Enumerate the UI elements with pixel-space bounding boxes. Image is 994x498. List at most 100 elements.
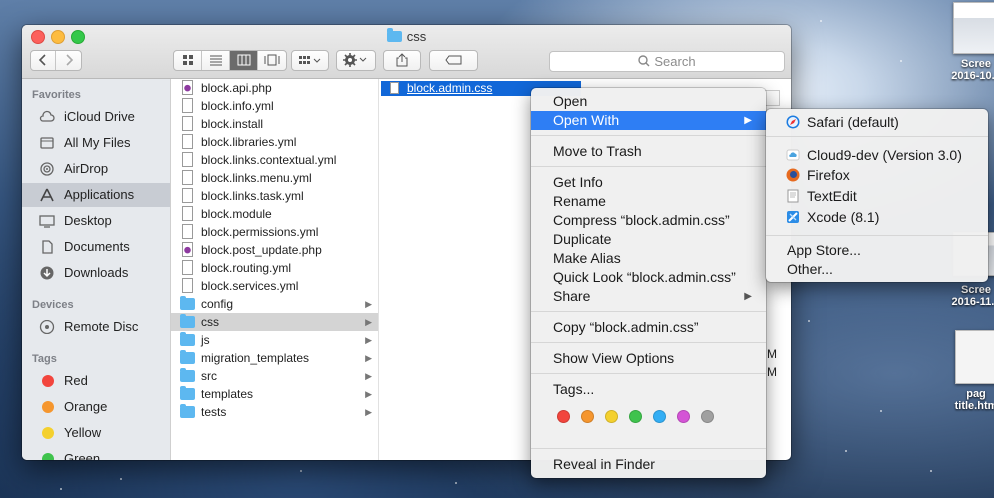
menu-item-move-to-trash[interactable]: Move to Trash: [531, 142, 766, 161]
tag-gray-button[interactable]: [701, 410, 714, 423]
green-tag-dot-icon: [42, 453, 54, 460]
file-row[interactable]: block.permissions.yml: [171, 223, 378, 241]
menu-item-open-with[interactable]: Open With ▶: [531, 111, 766, 130]
file-row[interactable]: block.links.menu.yml: [171, 169, 378, 187]
tag-icon: [444, 55, 461, 65]
edit-tags-button[interactable]: [429, 50, 478, 71]
sidebar-item-label: iCloud Drive: [64, 109, 135, 124]
sidebar-item-desktop[interactable]: Desktop: [22, 209, 170, 233]
desktop-screenshot-1[interactable]: Scree 2016-10...: [946, 2, 994, 82]
tag-yellow-button[interactable]: [605, 410, 618, 423]
submenu-item-other[interactable]: Other...: [766, 259, 988, 279]
gear-icon: [343, 53, 367, 67]
submenu-item-xcode[interactable]: Xcode (8.1): [766, 207, 988, 227]
tag-orange-button[interactable]: [581, 410, 594, 423]
menu-item-share[interactable]: Share ▶: [531, 287, 766, 306]
menu-item-tags[interactable]: Tags...: [531, 380, 766, 399]
sidebar-tag-yellow[interactable]: Yellow: [22, 421, 170, 445]
back-button[interactable]: [31, 51, 56, 70]
screenshot-thumbnail-icon: [953, 2, 994, 54]
menu-item-quick-look[interactable]: Quick Look “block.admin.css”: [531, 268, 766, 287]
file-row[interactable]: block.links.task.yml: [171, 187, 378, 205]
search-placeholder: Search: [654, 54, 696, 69]
sidebar-item-airdrop[interactable]: AirDrop: [22, 157, 170, 181]
file-row[interactable]: block.post_update.php: [171, 241, 378, 259]
folder-row[interactable]: templates ▶: [171, 385, 378, 403]
icon-view-button[interactable]: [174, 51, 202, 70]
submenu-item-label: Firefox: [807, 167, 850, 183]
file-name: block.libraries.yml: [201, 135, 297, 149]
sidebar-item-documents[interactable]: Documents: [22, 235, 170, 259]
menu-item-label: Share: [553, 288, 591, 304]
submenu-item-textedit[interactable]: TextEdit: [766, 186, 988, 206]
sidebar-tag-green[interactable]: Green: [22, 447, 170, 460]
folder-row[interactable]: tests ▶: [171, 403, 378, 421]
list-view-button[interactable]: [202, 51, 230, 70]
sidebar-item-applications[interactable]: Applications: [22, 183, 170, 207]
window-title-text: css: [406, 29, 427, 44]
search-input[interactable]: Search: [549, 51, 785, 72]
menu-item-show-view-options[interactable]: Show View Options: [531, 349, 766, 368]
file-name: block.links.task.yml: [201, 189, 304, 203]
menu-separator: [531, 311, 766, 312]
firefox-icon: [786, 168, 800, 182]
cover-flow-view-button[interactable]: [258, 51, 286, 70]
sidebar-item-remote-disc[interactable]: Remote Disc: [22, 315, 170, 339]
menu-item-compress[interactable]: Compress “block.admin.css”: [531, 211, 766, 230]
file-row[interactable]: block.libraries.yml: [171, 133, 378, 151]
menu-item-duplicate[interactable]: Duplicate: [531, 230, 766, 249]
document-icon: [182, 170, 193, 185]
chevron-left-icon: [38, 54, 46, 66]
submenu-item-label: Safari (default): [807, 114, 899, 130]
forward-button[interactable]: [56, 51, 81, 70]
tag-blue-button[interactable]: [653, 410, 666, 423]
file-row[interactable]: block.api.php: [171, 79, 378, 97]
cloud9-icon: [786, 149, 800, 161]
column-view-button[interactable]: [230, 51, 258, 70]
tag-green-button[interactable]: [629, 410, 642, 423]
folder-row[interactable]: config ▶: [171, 295, 378, 313]
sidebar-item-downloads[interactable]: Downloads: [22, 261, 170, 285]
folder-row[interactable]: css ▶: [171, 313, 378, 331]
all-files-icon: [40, 137, 54, 149]
folder-row[interactable]: src ▶: [171, 367, 378, 385]
menu-item-copy[interactable]: Copy “block.admin.css”: [531, 318, 766, 337]
file-row[interactable]: block.links.contextual.yml: [171, 151, 378, 169]
folder-name: config: [201, 297, 234, 311]
devices-header: Devices: [32, 299, 74, 311]
sidebar-tag-red[interactable]: Red: [22, 369, 170, 393]
action-button[interactable]: [336, 50, 376, 71]
folder-row[interactable]: js ▶: [171, 331, 378, 349]
tag-purple-button[interactable]: [677, 410, 690, 423]
menu-item-make-alias[interactable]: Make Alias: [531, 249, 766, 268]
chevron-right-icon: [65, 54, 73, 66]
file-row[interactable]: block.services.yml: [171, 277, 378, 295]
submenu-arrow-icon: ▶: [744, 115, 752, 126]
sidebar-item-label: Desktop: [64, 213, 112, 228]
menu-item-rename[interactable]: Rename: [531, 192, 766, 211]
submenu-item-safari[interactable]: Safari (default): [766, 112, 988, 132]
file-row[interactable]: block.info.yml: [171, 97, 378, 115]
submenu-item-app-store[interactable]: App Store...: [766, 240, 988, 260]
submenu-item-firefox[interactable]: Firefox: [766, 165, 988, 185]
desktop-html-file[interactable]: pag title.htm: [946, 330, 994, 412]
desktop-item-date: 2016-10...: [951, 70, 994, 82]
sidebar-tag-orange[interactable]: Orange: [22, 395, 170, 419]
sidebar-item-all-my-files[interactable]: All My Files: [22, 131, 170, 155]
menu-item-get-info[interactable]: Get Info: [531, 173, 766, 192]
folder-row[interactable]: migration_templates ▶: [171, 349, 378, 367]
submenu-item-cloud9[interactable]: Cloud9-dev (Version 3.0): [766, 145, 988, 165]
disclosure-arrow-icon: ▶: [365, 371, 372, 381]
sidebar-item-icloud-drive[interactable]: iCloud Drive: [22, 105, 170, 129]
file-row[interactable]: block.routing.yml: [171, 259, 378, 277]
folder-name: migration_templates: [201, 351, 310, 365]
arrange-grid-icon: [299, 56, 321, 64]
arrange-button[interactable]: [291, 50, 329, 71]
menu-item-reveal-in-finder[interactable]: Reveal in Finder: [531, 455, 766, 474]
file-row[interactable]: block.install: [171, 115, 378, 133]
tag-red-button[interactable]: [557, 410, 570, 423]
file-row[interactable]: block.module: [171, 205, 378, 223]
share-button[interactable]: [383, 50, 421, 71]
folder-icon: [180, 404, 195, 418]
menu-item-open[interactable]: Open: [531, 92, 766, 111]
